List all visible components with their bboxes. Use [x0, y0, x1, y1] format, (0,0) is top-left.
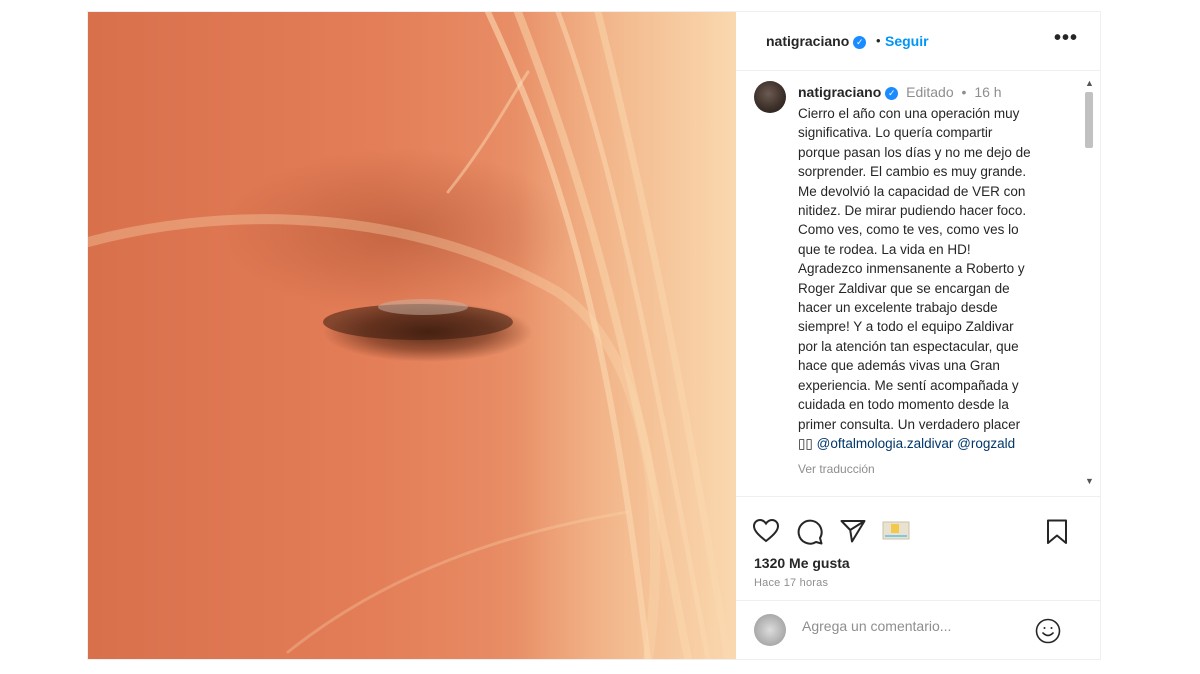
- scrollbar-thumb[interactable]: [1085, 92, 1093, 148]
- comment-bar: [736, 600, 1100, 660]
- caption-username[interactable]: natigraciano: [798, 84, 881, 100]
- post-actions: 1320 Me gusta Hace 17 horas: [736, 496, 1100, 597]
- post-header: natigraciano ✓ • Seguir •••: [736, 12, 1100, 71]
- post-side-panel: natigraciano ✓ • Seguir ••• natigraciano ✓…: [736, 12, 1100, 659]
- caption-line: nitidez. De mirar pudiendo hacer foco.: [798, 203, 1027, 219]
- hair-overlay: [88, 12, 736, 659]
- caption-line: experiencia. Me sentí acompañada y: [798, 377, 1019, 393]
- post-timestamp[interactable]: Hace 17 horas: [754, 577, 828, 589]
- separator-dot: •: [876, 33, 881, 48]
- follow-button[interactable]: Seguir: [885, 33, 929, 49]
- verified-icon: ✓: [853, 36, 867, 49]
- caption-line: Cierro el año con una operación muy: [798, 106, 1020, 121]
- caption-line: por la atención tan espectacular, que: [798, 338, 1019, 354]
- caption-line: siempre! Y a todo el equipo Zaldivar: [798, 319, 1014, 335]
- caption-line: Roger Zaldivar que se encargan de: [798, 280, 1010, 296]
- emoji-placeholder: ▯▯: [798, 435, 813, 451]
- caption-area[interactable]: natigraciano ✓ Editado • 16 h Cierro el a…: [736, 71, 1100, 496]
- verified-icon: ✓: [885, 87, 899, 100]
- caption-line: primer consulta. Un verdadero placer: [798, 416, 1021, 432]
- edited-label: Editado: [906, 84, 954, 100]
- header-username-text[interactable]: natigraciano: [766, 33, 849, 49]
- more-icon[interactable]: •••: [1054, 27, 1078, 50]
- heart-icon[interactable]: [753, 519, 779, 543]
- sticker-icon[interactable]: [882, 519, 910, 541]
- caption-line: sorprender. El cambio es muy grande.: [798, 164, 1027, 180]
- caption-text: Cierro el año con una operación muy sign…: [798, 104, 1064, 453]
- caption-header: natigraciano ✓ Editado • 16 h: [798, 84, 1002, 100]
- caption-line: significativa. Lo quería compartir: [798, 125, 993, 141]
- header-username[interactable]: natigraciano ✓: [766, 33, 867, 49]
- scroll-up-arrow-icon[interactable]: ▲: [1085, 78, 1094, 88]
- likes-count[interactable]: 1320 Me gusta: [754, 555, 850, 571]
- scroll-down-arrow-icon[interactable]: ▼: [1085, 476, 1094, 486]
- caption-line: hace que además vivas una Gran: [798, 358, 1000, 374]
- caption-line: Me devolvió la capacidad de VER con: [798, 183, 1026, 199]
- caption-time[interactable]: 16 h: [974, 84, 1001, 100]
- caption-scrollbar[interactable]: ▲ ▼: [1082, 78, 1096, 486]
- post-image[interactable]: [88, 12, 736, 659]
- bookmark-icon[interactable]: [1046, 519, 1068, 545]
- caption-line: cuidada en todo momento desde la: [798, 397, 1009, 413]
- emoji-icon[interactable]: [1035, 618, 1061, 644]
- share-icon[interactable]: [840, 519, 866, 543]
- viewer-avatar: [754, 614, 786, 646]
- avatar[interactable]: [754, 81, 786, 113]
- caption-line-mentions: ▯▯ @oftalmologia.zaldivar @rogzald: [798, 434, 1064, 453]
- mention-link[interactable]: @oftalmologia.zaldivar: [817, 436, 954, 451]
- comment-input[interactable]: [800, 617, 1024, 635]
- caption-line: Agradezco inmensanente a Roberto y: [798, 261, 1025, 277]
- separator-dot: •: [961, 84, 967, 100]
- caption-line: Como ves, como te ves, como ves lo: [798, 222, 1019, 238]
- see-translation-link[interactable]: Ver traducción: [798, 462, 875, 476]
- caption-line: hacer un excelente trabajo desde: [798, 300, 998, 316]
- caption-line: porque pasan los días y no me dejo de: [798, 144, 1031, 160]
- instagram-post: natigraciano ✓ • Seguir ••• natigraciano ✓…: [88, 12, 1100, 659]
- comment-icon[interactable]: [797, 519, 823, 545]
- mention-link[interactable]: @rogzald: [957, 436, 1015, 451]
- caption-line: que te rodea. La vida en HD!: [798, 241, 971, 257]
